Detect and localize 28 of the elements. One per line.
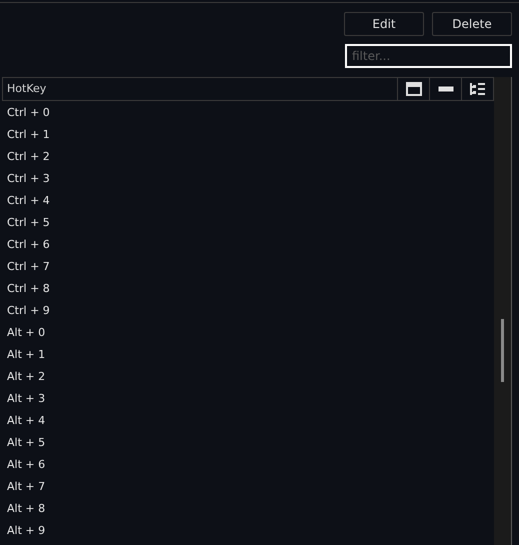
hotkey-item[interactable]: Alt + 4 <box>7 412 46 430</box>
hotkey-item[interactable]: Ctrl + 8 <box>7 280 50 298</box>
hotkey-item[interactable]: Ctrl + 3 <box>7 170 50 188</box>
hotkey-item[interactable]: Ctrl + 0 <box>7 104 50 122</box>
hotkey-item[interactable]: Ctrl + 4 <box>7 192 50 210</box>
hotkey-item[interactable]: Ctrl + 5 <box>7 214 50 232</box>
toolbar-button[interactable]: Delete <box>432 12 512 36</box>
hotkey-item[interactable]: Alt + 2 <box>7 368 46 386</box>
hotkey-item[interactable]: Alt + 1 <box>7 346 46 364</box>
scrollbar-thumb[interactable] <box>501 319 504 382</box>
hotkey-item[interactable]: Ctrl + 1 <box>7 126 50 144</box>
scrollbar-track[interactable] <box>494 77 511 545</box>
bar-icon <box>438 86 454 92</box>
tree-list-icon <box>470 82 486 96</box>
hotkey-item[interactable]: Alt + 5 <box>7 434 46 452</box>
filter-field[interactable]: filter... <box>345 44 512 68</box>
toolbar-button[interactable]: Edit <box>344 12 424 36</box>
hotkey-item[interactable]: Alt + 6 <box>7 456 46 474</box>
hotkey-item[interactable]: Alt + 3 <box>7 390 46 408</box>
hotkey-item[interactable]: Ctrl + 2 <box>7 148 50 166</box>
hotkey-item[interactable]: Ctrl + 6 <box>7 236 50 254</box>
window-icon <box>406 82 422 96</box>
hotkey-item[interactable]: Alt + 7 <box>7 478 46 496</box>
hotkey-item[interactable]: Alt + 0 <box>7 324 46 342</box>
hotkey-item[interactable]: Ctrl + 9 <box>7 302 50 320</box>
hotkey-item[interactable]: Alt + 9 <box>7 522 46 540</box>
hotkey-item[interactable]: Ctrl + 7 <box>7 258 50 276</box>
hotkey-item[interactable]: Alt + 8 <box>7 500 46 518</box>
